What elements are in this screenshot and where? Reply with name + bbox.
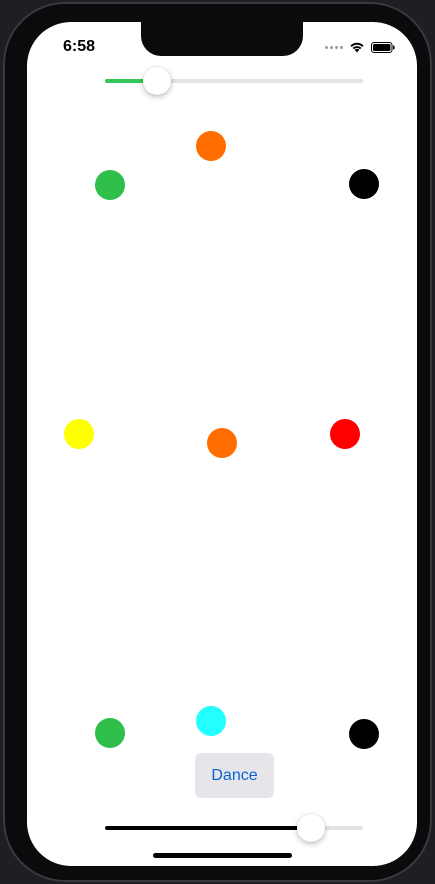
cellular-signal-icon	[325, 45, 343, 49]
slider-thumb[interactable]	[142, 67, 171, 95]
home-indicator	[153, 853, 292, 858]
green-dot-bottom-left	[95, 718, 125, 748]
black-dot-top-right	[349, 169, 379, 199]
green-dot-top-left	[95, 170, 125, 200]
orange-dot-top	[196, 131, 226, 161]
black-dot-bottom-right	[349, 719, 379, 749]
red-dot-middle-right	[330, 419, 360, 449]
orange-dot-middle	[207, 428, 237, 458]
yellow-dot-middle-left	[64, 419, 94, 449]
wifi-icon	[350, 42, 364, 53]
battery-icon	[371, 41, 395, 53]
slider-thumb[interactable]	[297, 814, 326, 842]
dance-button[interactable]: Dance	[195, 753, 274, 798]
status-time: 6:58	[63, 38, 96, 55]
status-icons	[325, 41, 395, 53]
cyan-dot-bottom	[196, 706, 226, 736]
top-slider[interactable]	[105, 66, 363, 96]
bottom-slider[interactable]	[105, 813, 363, 843]
phone-frame: 6:58 Dance	[3, 2, 432, 882]
slider-fill	[105, 826, 312, 830]
app-screen: 6:58 Dance	[27, 22, 417, 866]
notch	[141, 22, 303, 56]
